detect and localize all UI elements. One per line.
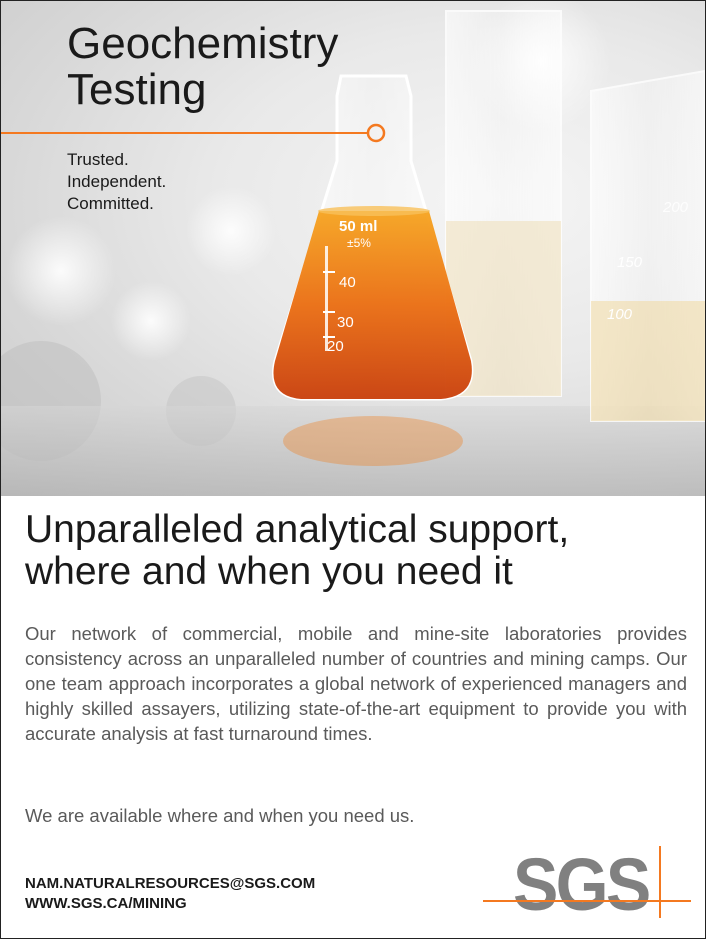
tagline-independent: Independent. [67, 172, 167, 191]
accent-rule [1, 132, 367, 134]
flask-mark-20: 20 [327, 338, 344, 355]
flask-mark-tolerance: ±5% [347, 236, 371, 250]
tagline-trusted: Trusted. [67, 150, 129, 169]
email-link[interactable]: NAM.NATURALRESOURCES@SGS.COM [25, 874, 315, 894]
body-paragraph: Our network of commercial, mobile and mi… [25, 623, 687, 744]
flask-mark-50ml: 50 ml [339, 218, 377, 235]
logo-wordmark: SGS [513, 843, 651, 926]
flyer-page: 50 ml ±5% 40 30 20 200 150 100 Geochemis… [0, 0, 706, 939]
title-line-1: Geochemistry [67, 19, 339, 68]
page-title: Geochemistry Testing [67, 21, 338, 113]
beaker-mark-100: 100 [607, 306, 633, 323]
tagline-committed: Committed. [67, 194, 154, 213]
website-link[interactable]: WWW.SGS.CA/MINING [25, 894, 315, 914]
flask-mark-40: 40 [339, 274, 356, 291]
contact-block: NAM.NATURALRESOURCES@SGS.COM WWW.SGS.CA/… [25, 874, 315, 914]
logo-orange-vertical-line [659, 846, 661, 918]
title-line-2: Testing [67, 65, 207, 114]
headline: Unparalleled analytical support, where a… [25, 509, 695, 593]
closing-line: We are available where and when you need… [25, 805, 415, 826]
headline-line-1: Unparalleled analytical support, [25, 508, 570, 551]
hero-image: 50 ml ±5% 40 30 20 200 150 100 Geochemis… [1, 1, 705, 496]
tagline: Trusted. Independent. Committed. [67, 149, 166, 215]
beaker-mark-200: 200 [662, 199, 689, 216]
headline-line-2: where and when you need it [25, 550, 513, 593]
beaker-mark-150: 150 [617, 254, 643, 271]
sgs-logo: SGS [483, 846, 691, 922]
flask-mark-30: 30 [337, 314, 354, 331]
